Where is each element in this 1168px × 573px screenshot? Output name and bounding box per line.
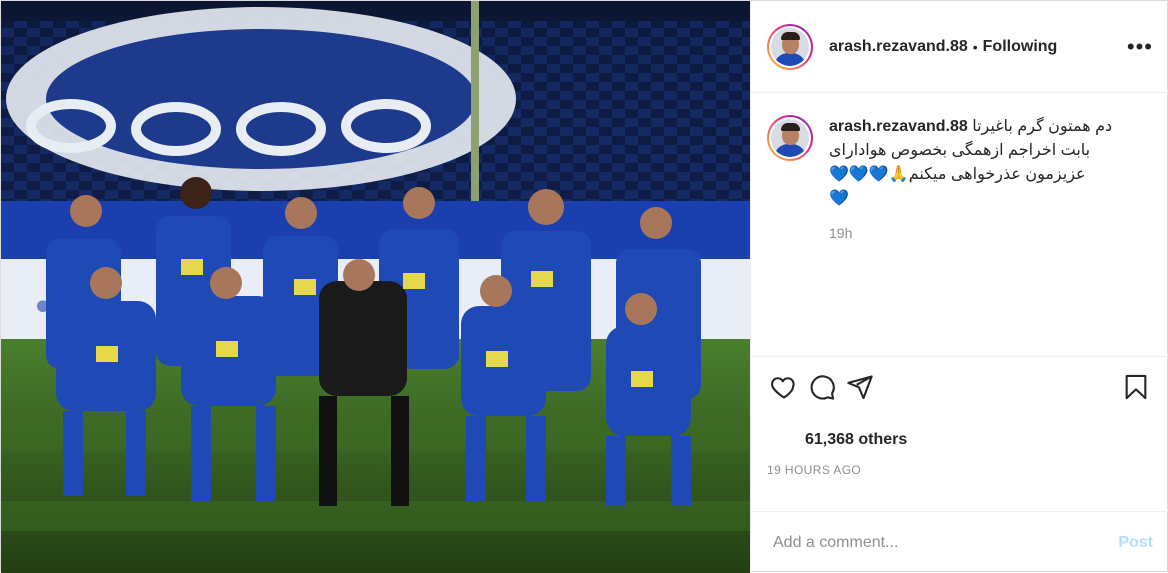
post-details-panel: arash.rezavand.88 • Following ••• arash.… (750, 1, 1168, 573)
caption-text-line-1: دم همتون گرم باغیرتا (972, 118, 1113, 135)
share-icon[interactable] (843, 370, 877, 404)
likes-count[interactable]: 61,368 others (751, 431, 1168, 449)
caption-avatar[interactable] (767, 115, 813, 161)
caption-time[interactable]: 19h (829, 225, 1153, 241)
heart-icon[interactable] (767, 370, 801, 404)
comment-input[interactable] (771, 532, 1119, 553)
caption-text-line-4: 💙 (829, 190, 849, 207)
comment-icon[interactable] (805, 370, 839, 404)
avatar[interactable] (767, 23, 813, 70)
avatar-image (771, 119, 809, 157)
post-modal: • • • (0, 0, 1168, 573)
separator-dot: • (972, 38, 978, 55)
post-timestamp[interactable]: 19 HOURS AGO (751, 463, 1168, 477)
team-photo-illustration: • • • (1, 1, 750, 573)
action-bar (751, 357, 1168, 417)
avatar-image (771, 27, 809, 66)
caption-text-line-3: عزیزمون عذرخواهی میکنم🙏💙💙💙 (829, 166, 1086, 183)
post-header: arash.rezavand.88 • Following ••• (751, 1, 1168, 93)
add-comment-bar: Post (751, 511, 1168, 573)
username-link[interactable]: arash.rezavand.88 (829, 38, 968, 56)
more-icon[interactable]: ••• (1127, 35, 1153, 58)
caption-text-line-2: بابت اخراجم ازهمگی بخصوص هوادارای (829, 142, 1091, 159)
caption: arash.rezavand.88 دم همتون گرم باغیرتا ب… (829, 115, 1153, 356)
comments-section: arash.rezavand.88 دم همتون گرم باغیرتا ب… (751, 93, 1168, 357)
post-comment-button[interactable]: Post (1118, 534, 1153, 552)
following-button[interactable]: Following (983, 38, 1058, 56)
caption-username[interactable]: arash.rezavand.88 (829, 118, 968, 135)
post-photo[interactable]: • • • (1, 1, 750, 573)
bookmark-icon[interactable] (1119, 370, 1153, 404)
